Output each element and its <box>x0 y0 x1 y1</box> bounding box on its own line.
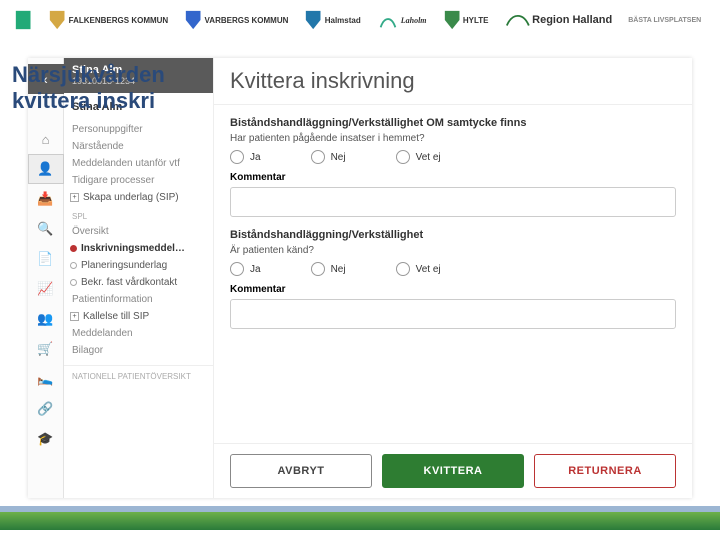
grad-icon[interactable]: 🎓 <box>28 424 64 454</box>
modal-form: Biståndshandläggning/Verkställighet OM s… <box>214 105 692 443</box>
label-spl: SPL <box>64 206 213 223</box>
logo-bar: FALKENBERGS KOMMUN VARBERGS KOMMUN Halms… <box>0 0 720 40</box>
q1-comment-input[interactable] <box>230 187 676 217</box>
document-icon[interactable]: 📄 <box>28 244 64 274</box>
logo-varberg: VARBERGS KOMMUN <box>178 5 294 35</box>
nav-meddelanden-utanfor[interactable]: Meddelanden utanför vtf <box>64 155 213 172</box>
link-icon[interactable]: 🔗 <box>28 394 64 424</box>
cancel-button[interactable]: AVBRYT <box>230 454 372 488</box>
app-shell: ‹ ⌂ 👤 📥 🔍 📄 📈 👥 🛒 🛌 🔗 🎓 Stina Alm 193105… <box>28 58 692 498</box>
person-icon[interactable]: 👤 <box>28 154 64 184</box>
nav-planering[interactable]: Planeringsunderlag <box>64 257 213 274</box>
modal: Kvittera inskrivning Biståndshandläggnin… <box>214 58 692 498</box>
logo-halmstad: Halmstad <box>298 5 366 35</box>
chart-icon[interactable]: 📈 <box>28 274 64 304</box>
cart-icon[interactable]: 🛒 <box>28 334 64 364</box>
bed-icon[interactable]: 🛌 <box>28 364 64 394</box>
nav-narstaende[interactable]: Närstående <box>64 138 213 155</box>
q2-yes[interactable]: Ja <box>230 262 261 276</box>
people-icon[interactable]: 👥 <box>28 304 64 334</box>
slide-title: Närsjukvården kvittera inskri <box>12 62 165 114</box>
q2-dk[interactable]: Vet ej <box>396 262 441 276</box>
confirm-button[interactable]: KVITTERA <box>382 454 524 488</box>
modal-title: Kvittera inskrivning <box>214 58 692 105</box>
q2-no[interactable]: Nej <box>311 262 346 276</box>
nav-inskrivning[interactable]: Inskrivningsmeddel… <box>64 240 213 257</box>
q1-yes[interactable]: Ja <box>230 150 261 164</box>
logo-laholm: Laholm <box>371 5 433 35</box>
nav-kallelse[interactable]: +Kallelse till SIP <box>64 308 213 325</box>
nav-oversikt[interactable]: Översikt <box>64 223 213 240</box>
inbox-icon[interactable]: 📥 <box>28 184 64 214</box>
nav-npo[interactable]: NATIONELL PATIENTÖVERSIKT <box>64 365 213 383</box>
q1-sub: Har patienten pågående insatser i hemmet… <box>230 133 676 144</box>
nav-personuppgifter[interactable]: Personuppgifter <box>64 121 213 138</box>
nav-bilagor[interactable]: Bilagor <box>64 342 213 359</box>
footer-decoration-green <box>0 512 720 530</box>
q2-title: Biståndshandläggning/Verkställighet <box>230 229 676 241</box>
nav-tidigare[interactable]: Tidigare processer <box>64 172 213 189</box>
q2-comment-input[interactable] <box>230 299 676 329</box>
logo-kungsbacka <box>8 5 38 35</box>
logo-falkenberg: FALKENBERGS KOMMUN <box>42 5 174 35</box>
modal-actions: AVBRYT KVITTERA RETURNERA <box>214 443 692 498</box>
logo-livsplatsen: BÄSTA LIVSPLATSEN <box>622 5 707 35</box>
nav-skapa-underlag[interactable]: +Skapa underlag (SIP) <box>64 189 213 206</box>
nav-patientinfo[interactable]: Patientinformation <box>64 291 213 308</box>
search-icon[interactable]: 🔍 <box>28 214 64 244</box>
q1-dk[interactable]: Vet ej <box>396 150 441 164</box>
nav-meddelanden[interactable]: Meddelanden <box>64 325 213 342</box>
q1-comment-label: Kommentar <box>230 172 676 183</box>
q2-comment-label: Kommentar <box>230 284 676 295</box>
nav-bekr[interactable]: Bekr. fast vårdkontakt <box>64 274 213 291</box>
home-icon[interactable]: ⌂ <box>28 124 64 154</box>
logo-region-halland: Region Halland <box>499 5 619 35</box>
icon-rail: ‹ ⌂ 👤 📥 🔍 📄 📈 👥 🛒 🛌 🔗 🎓 <box>28 58 64 498</box>
return-button[interactable]: RETURNERA <box>534 454 676 488</box>
q1-title: Biståndshandläggning/Verkställighet OM s… <box>230 117 676 129</box>
q2-sub: Är patienten känd? <box>230 245 676 256</box>
q1-no[interactable]: Nej <box>311 150 346 164</box>
footer-decoration-blue <box>0 506 720 512</box>
logo-hylte: HYLTE <box>437 5 495 35</box>
side-panel: Stina Alm 19310513-1234 Stina Alm Person… <box>64 58 214 498</box>
